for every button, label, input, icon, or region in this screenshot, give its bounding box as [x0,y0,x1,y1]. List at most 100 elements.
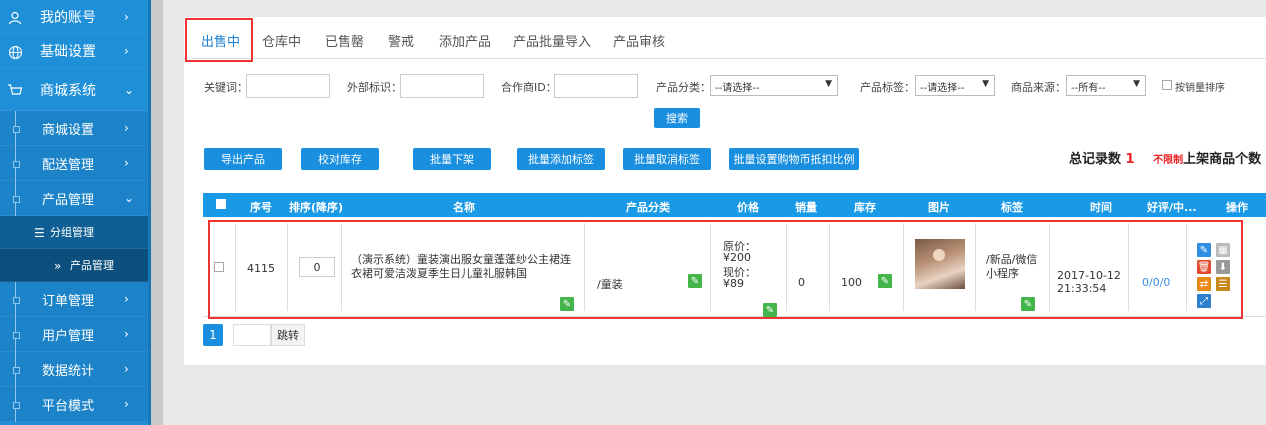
tab-sold-out[interactable]: 已售罄 [325,31,364,50]
external-id-label: 外部标识： [347,81,402,94]
col-image: 图片 [928,201,950,214]
sidebar-item-group-management[interactable]: ☰ 分组管理 [0,216,148,249]
col-tags: 标签 [1001,201,1023,214]
chevron-down-icon: ⌄ [124,83,135,97]
sidebar-item-label: 基础设置 [40,44,96,60]
tree-connector-icon [10,111,22,146]
list-icon: ☰ [34,226,45,240]
tab-warehouse[interactable]: 仓库中 [262,31,301,50]
export-products-button[interactable]: 导出产品 [204,148,282,170]
page-jump-input[interactable] [233,324,271,346]
cart-icon [6,81,24,99]
tag-label: 产品标签： [860,81,915,94]
col-price[interactable]: 价格 [737,199,759,215]
sidebar-item-label: 商城设置 [42,122,95,138]
caret-down-icon: ▼ [825,79,832,89]
chevron-right-icon: › [124,44,129,58]
shelf-count-label: 上架商品个数 [1183,152,1262,167]
tree-connector-icon [10,146,22,181]
batch-unlist-button[interactable]: 批量下架 [413,148,491,170]
tab-bar: 出售中 仓库中 已售罄 警戒 添加产品 产品批量导入 产品审核 [184,17,1266,62]
table-header: 序号 排序(降序) 名称 产品分类 价格 销量 库存 图片 标签 时间 好评/中… [203,193,1266,217]
external-id-input[interactable] [400,74,484,98]
user-icon [6,9,24,27]
sidebar-item-label: 我的账号 [40,9,96,26]
tree-connector-icon [10,387,22,422]
batch-remove-tag-button[interactable]: 批量取消标签 [623,148,711,170]
sidebar-scrollbar[interactable] [148,0,163,425]
sidebar-item-my-account[interactable]: 我的账号 › [0,0,148,34]
category-select[interactable]: --请选择-- ▼ [710,75,838,96]
select-all-checkbox[interactable] [216,199,226,209]
col-sort[interactable]: 排序(降序) [289,199,343,215]
search-button[interactable]: 搜索 [654,108,700,128]
globe-icon [6,43,24,61]
verify-stock-button[interactable]: 校对库存 [301,148,379,170]
sidebar-item-product-list[interactable]: » 产品管理 [0,249,148,282]
sidebar-item-delivery[interactable]: 配送管理 › [0,146,148,181]
page-jump-button[interactable]: 跳转 [271,324,305,346]
chevron-right-icon: › [124,292,129,306]
tab-alert[interactable]: 警戒 [388,31,414,50]
total-value: 1 [1125,152,1135,167]
sidebar-item-label: 商城系统 [40,82,96,99]
filter-bar: 关键词： 外部标识： 合作商ID： 产品分类： --请选择-- ▼ 产品标签： … [184,74,1266,98]
tab-batch-import[interactable]: 产品批量导入 [513,31,591,50]
category-select-value: --请选择-- [715,83,760,94]
tag-select[interactable]: --请选择-- ▼ [915,75,995,96]
summary-bar: 总记录数 1 不限制上架商品个数 [1069,148,1261,167]
sidebar-item-orders[interactable]: 订单管理 › [0,282,148,317]
source-select[interactable]: --所有-- ▼ [1066,75,1146,96]
keyword-input[interactable] [246,74,330,98]
tab-product-review[interactable]: 产品审核 [613,31,665,50]
tab-add-product[interactable]: 添加产品 [439,31,491,50]
sidebar-item-mall-system[interactable]: 商城系统 ⌄ [0,69,148,111]
col-time[interactable]: 时间 [1090,199,1112,215]
caret-down-icon: ▼ [982,79,989,89]
sidebar: 我的账号 › 基础设置 › 商城系统 ⌄ 商城设置 › 配送管理 › 产品管理 … [0,0,148,425]
col-stock[interactable]: 库存 [854,199,876,215]
limit-label: 不限制 [1153,155,1184,166]
row-highlight-box [208,220,1243,319]
sort-by-sales-label: 按销量排序 [1175,83,1225,94]
col-id[interactable]: 序号 [250,199,272,215]
col-category[interactable]: 产品分类 [626,199,670,215]
main-panel: 出售中 仓库中 已售罄 警戒 添加产品 产品批量导入 产品审核 关键词： 外部标… [184,17,1266,365]
source-select-value: --所有-- [1071,83,1106,94]
sidebar-item-label: 用户管理 [42,328,95,344]
chevron-right-icon: › [124,327,129,341]
sidebar-item-mall-settings[interactable]: 商城设置 › [0,111,148,146]
sidebar-item-users[interactable]: 用户管理 › [0,317,148,352]
page-1-button[interactable]: 1 [203,324,223,346]
sidebar-item-label: 产品管理 [70,259,114,272]
sidebar-item-label: 订单管理 [42,293,95,309]
caret-down-icon: ▼ [1133,79,1140,89]
tree-connector-icon [10,352,22,387]
chevron-right-icon: › [124,10,129,24]
sidebar-item-statistics[interactable]: 数据统计 › [0,352,148,387]
col-rating: 好评/中... [1147,201,1197,214]
sidebar-item-label: 配送管理 [42,157,95,173]
tree-connector-icon [10,282,22,317]
sort-by-sales-checkbox[interactable] [1162,80,1172,90]
keyword-label: 关键词： [204,81,248,94]
tree-connector-icon [10,181,22,216]
chevron-right-icon: › [124,362,129,376]
chevron-down-icon: ⌄ [124,191,135,205]
sidebar-item-label: 产品管理 [42,192,95,208]
col-actions: 操作 [1226,201,1248,214]
col-name[interactable]: 名称 [453,199,475,215]
sidebar-item-label: 数据统计 [42,363,95,379]
batch-coin-ratio-button[interactable]: 批量设置购物币抵扣比例 [729,148,859,170]
partner-id-input[interactable] [554,74,638,98]
chevron-right-icon: › [124,397,129,411]
sidebar-item-platform-mode[interactable]: 平台模式 › [0,387,148,422]
sidebar-item-basic-settings[interactable]: 基础设置 › [0,34,148,69]
chevron-right-icon: › [124,156,129,170]
sidebar-item-product-management[interactable]: 产品管理 ⌄ [0,181,148,216]
col-sales[interactable]: 销量 [795,199,817,215]
sidebar-item-label: 平台模式 [42,398,95,414]
double-chevron-icon: » [54,259,62,273]
batch-add-tag-button[interactable]: 批量添加标签 [517,148,605,170]
source-label: 商品来源： [1011,81,1066,94]
